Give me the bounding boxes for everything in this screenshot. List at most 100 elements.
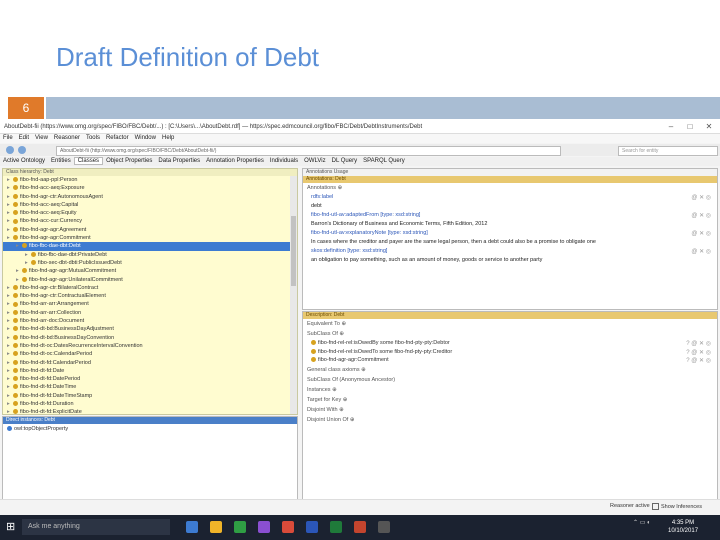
search-input[interactable]: Search for entity xyxy=(618,146,718,156)
tab-object-properties[interactable]: Object Properties xyxy=(103,158,155,164)
menu-item-reasoner[interactable]: Reasoner xyxy=(51,135,83,141)
taskbar-app-icon[interactable] xyxy=(234,521,246,533)
taskbar-app-icon[interactable] xyxy=(282,521,294,533)
tree-row[interactable]: ▸ fibo-fnd-dt-fd:ExplicitDate xyxy=(3,408,297,414)
tab-sparql-query[interactable]: SPARQL Query xyxy=(360,158,408,164)
taskbar-app-icon[interactable] xyxy=(378,521,390,533)
taskbar-app-icon[interactable] xyxy=(330,521,342,533)
tree-row[interactable]: ▸ fibo-fnd-acc-aeq:Capital xyxy=(3,201,297,209)
expand-icon[interactable]: ▸ xyxy=(16,242,22,250)
tree-row[interactable]: ▸ fibo-fnd-aap-ppl:Person xyxy=(3,176,297,184)
scrollbar-thumb[interactable] xyxy=(291,216,296,286)
expand-icon[interactable]: ▸ xyxy=(7,350,13,358)
tree-row[interactable]: ▸ fibo-fnd-dt-oc:CalendarPeriod xyxy=(3,350,297,358)
expand-icon[interactable]: ▸ xyxy=(7,292,13,300)
tree-row[interactable]: ▸ fibo-fnd-dt-fd:DateTimeStamp xyxy=(3,392,297,400)
tree-row[interactable]: ▸ fibo-fnd-arr-doc:Document xyxy=(3,317,297,325)
add-icon[interactable]: ⊕ xyxy=(361,367,366,373)
tab-owlviz[interactable]: OWLViz xyxy=(301,158,328,164)
protege-window: AboutDebt-fii (https://www.omg.org/spec/… xyxy=(0,121,720,515)
row-controls-icon[interactable]: ? @ ✕ ◎ xyxy=(686,357,711,366)
tree-row[interactable]: ▸ fibo-fnd-dt-fd:Date xyxy=(3,367,297,375)
tab-dl-query[interactable]: DL Query xyxy=(329,158,360,164)
tree-row[interactable]: ▸ fibo-fnd-agr-agr:Agreement xyxy=(3,226,297,234)
tab-annotation-properties[interactable]: Annotation Properties xyxy=(203,158,267,164)
expand-icon[interactable]: ▸ xyxy=(7,184,13,192)
tree-row[interactable]: ▸ fibo-fnd-arr-arr:Collection xyxy=(3,309,297,317)
tree-row[interactable]: ▸ fibo-fnd-acc-aeq:Exposure xyxy=(3,184,297,192)
subclass-row[interactable]: fibo-fnd-rel-rel:isOwedBy some fibo-fnd-… xyxy=(303,339,717,348)
add-icon[interactable]: ⊕ xyxy=(339,407,344,413)
annotation-line[interactable]: fibo-fnd-utl-av:adaptedFrom [type: xsd:s… xyxy=(303,211,717,220)
tree-row[interactable]: ▸ fibo-fnd-dt-fd:DateTime xyxy=(3,383,297,391)
add-icon[interactable]: ⊕ xyxy=(338,185,343,191)
tree-row[interactable]: ▸ fibo-fbc-dae-dbt:Debt xyxy=(3,242,297,251)
tree-row[interactable]: ▸ fibo-fnd-agr-ctr:AutonomousAgent xyxy=(3,193,297,201)
annotations-tabs[interactable]: Annotations Usage xyxy=(303,169,717,176)
tree-row[interactable]: ▸ fibo-sec-dbt-dbti:PublicIssuedDebt xyxy=(3,259,297,267)
tree-row[interactable]: ▸ fibo-fnd-agr-agr:MutualCommitment xyxy=(3,267,297,275)
expand-icon[interactable]: ▸ xyxy=(16,267,22,275)
expand-icon[interactable]: ▸ xyxy=(7,317,13,325)
expand-icon[interactable]: ▸ xyxy=(7,325,13,333)
tree-row[interactable]: ▸ fibo-fnd-arr-arr:Arrangement xyxy=(3,300,297,308)
tree-row[interactable]: ▸ fibo-fnd-dt-oc:DatesRecurrenceIntervalC… xyxy=(3,342,297,350)
tree-row[interactable]: ▸ fibo-fbc-dae-dbt:PrivateDebt xyxy=(3,251,297,259)
back-icon[interactable] xyxy=(6,146,14,154)
scrollbar[interactable] xyxy=(290,176,297,414)
taskbar-app-icon[interactable] xyxy=(354,521,366,533)
add-icon[interactable]: ⊕ xyxy=(332,387,337,393)
subclass-row[interactable]: fibo-fnd-agr-agr:Commitment ? @ ✕ ◎ xyxy=(303,356,717,365)
expand-icon[interactable]: ▸ xyxy=(7,209,13,217)
tab-individuals[interactable]: Individuals xyxy=(267,158,301,164)
system-tray-icons[interactable]: ⌃ ▭ ◐ xyxy=(633,519,651,526)
forward-icon[interactable] xyxy=(18,146,26,154)
tree-row[interactable]: ▸ fibo-fnd-agr-agr:Commitment xyxy=(3,234,297,242)
menu-item-edit[interactable]: Edit xyxy=(16,135,32,141)
menu-item-refactor[interactable]: Refactor xyxy=(103,135,132,141)
taskbar-search-box[interactable]: Ask me anything xyxy=(22,519,170,535)
taskbar-app-icon[interactable] xyxy=(186,521,198,533)
minimize-icon[interactable]: – xyxy=(662,121,680,133)
maximize-icon[interactable]: □ xyxy=(681,121,699,133)
annotation-line[interactable]: skos:definition [type: xsd:string] @ ✕ ◎ xyxy=(303,247,717,256)
taskbar-app-icon[interactable] xyxy=(258,521,270,533)
tree-row[interactable]: ▸ fibo-fnd-agr-agr:UnilateralCommitment xyxy=(3,276,297,284)
tree-row[interactable]: ▸ fibo-fnd-acc-aeq:Equity xyxy=(3,209,297,217)
tree-row[interactable]: ▸ fibo-fnd-acc-cur:Currency xyxy=(3,217,297,225)
tab-entities[interactable]: Entities xyxy=(48,158,74,164)
show-inferences-checkbox[interactable]: Show Inferences xyxy=(652,503,702,510)
add-icon[interactable]: ⊕ xyxy=(350,417,355,423)
expand-icon[interactable]: ▸ xyxy=(7,383,13,391)
tree-row[interactable]: ▸ fibo-fnd-dt-fd:DatePeriod xyxy=(3,375,297,383)
menu-item-help[interactable]: Help xyxy=(159,135,177,141)
expand-icon[interactable]: ▸ xyxy=(7,234,13,242)
menu-item-window[interactable]: Window xyxy=(132,135,159,141)
tab-active-ontology[interactable]: Active Ontology xyxy=(0,158,48,164)
annotation-line[interactable]: rdfs:label @ ✕ ◎ xyxy=(303,193,717,202)
close-icon[interactable]: ✕ xyxy=(700,121,718,133)
tab-classes[interactable]: Classes xyxy=(73,157,104,165)
taskbar-app-icon[interactable] xyxy=(306,521,318,533)
tree-row[interactable]: ▸ fibo-fnd-agr-ctr:ContractualElement xyxy=(3,292,297,300)
tree-row[interactable]: ▸ fibo-fnd-dt-bd:BusinessDayAdjustment xyxy=(3,325,297,333)
annotation-line[interactable]: fibo-fnd-utl-av:explanatoryNote [type: x… xyxy=(303,229,717,238)
annotation-line: an obligation to pay something, such as … xyxy=(303,256,717,265)
menu-item-view[interactable]: View xyxy=(32,135,51,141)
subclass-row[interactable]: fibo-fnd-rel-rel:isOwedTo some fibo-fnd-… xyxy=(303,348,717,357)
tree-row[interactable]: ▸ fibo-fnd-dt-bd:BusinessDayConvention xyxy=(3,334,297,342)
tree-row[interactable]: ▸ fibo-fnd-agr-ctr:BilateralContract xyxy=(3,284,297,292)
add-icon[interactable]: ⊕ xyxy=(341,321,346,327)
tree-row[interactable]: ▸ fibo-fnd-dt-fd:Duration xyxy=(3,400,297,408)
windows-start-icon[interactable]: ⊞ xyxy=(6,521,18,533)
add-icon[interactable]: ⊕ xyxy=(339,331,344,337)
menu-item-file[interactable]: File xyxy=(0,135,16,141)
tree-row[interactable]: ▸ fibo-fnd-dt-fd:CalendarPeriod xyxy=(3,359,297,367)
menu-item-tools[interactable]: Tools xyxy=(83,135,103,141)
taskbar-app-icon[interactable] xyxy=(210,521,222,533)
ontology-iri-field[interactable]: AboutDebt-fii (http://www.omg.org/spec/F… xyxy=(56,146,561,156)
tab-data-properties[interactable]: Data Properties xyxy=(155,158,203,164)
add-icon[interactable]: ⊕ xyxy=(343,397,348,403)
list-item[interactable]: owl:topObjectProperty xyxy=(3,424,297,434)
expand-icon[interactable]: ▸ xyxy=(7,375,13,383)
